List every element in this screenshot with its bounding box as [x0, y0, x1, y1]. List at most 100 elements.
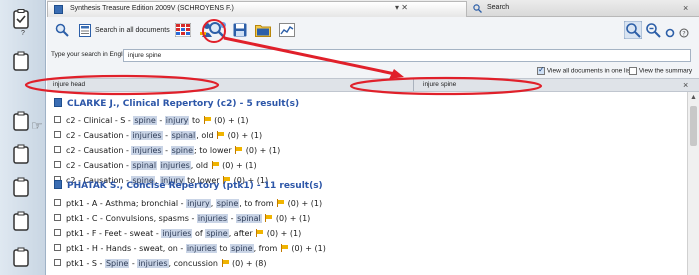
result-checkbox[interactable]: [54, 161, 61, 168]
result-text: , after: [228, 229, 256, 238]
view-all-documents-label: View all documents in one list: [546, 67, 632, 75]
result-text: ; to lower: [194, 146, 235, 155]
search-all-documents-label[interactable]: Search in all documents: [95, 27, 170, 34]
search-settings-icon[interactable]: [207, 20, 229, 47]
view-all-documents-option[interactable]: View all documents in one list: [537, 65, 632, 75]
search-term-highlight: spine: [215, 199, 240, 208]
result-checkbox[interactable]: [54, 146, 61, 153]
view-summary-label: View the summary: [638, 67, 693, 75]
search-term-highlight: injuries: [161, 229, 193, 238]
view-summary-checkbox[interactable]: [629, 67, 637, 75]
save-icon[interactable]: [233, 23, 247, 42]
zoom-out-icon[interactable]: [645, 22, 661, 43]
flag-icon[interactable]: [264, 214, 273, 222]
result-line[interactable]: ptk1 - F - Feet - sweat - injuries of sp…: [54, 229, 301, 242]
search-term-highlight: spinal: [131, 161, 158, 170]
result-text: (0) + (1): [211, 116, 249, 125]
search-term-highlight: spine: [205, 229, 229, 238]
flag-icon[interactable]: [211, 161, 220, 169]
zoom-in-icon[interactable]: [623, 20, 643, 44]
document-list-icon[interactable]: [79, 24, 91, 42]
flag-icon[interactable]: [203, 116, 212, 124]
result-checkbox[interactable]: [54, 116, 61, 123]
scroll-thumb[interactable]: [690, 106, 697, 146]
view-summary-option[interactable]: View the summary: [629, 67, 692, 75]
search-term-highlight: injuries: [131, 146, 163, 155]
left-toolbar: ?: [0, 0, 46, 275]
result-text: c2 - Causation -: [66, 146, 132, 155]
clipboard-check-icon[interactable]: [10, 8, 32, 30]
result-text: (0) + (1): [225, 131, 263, 140]
search-icon[interactable]: [55, 23, 69, 42]
app-window: ? Synthesis Treasure Edition 2009V (SCHR…: [0, 0, 699, 275]
result-text: ptk1 - C - Convulsions, spasms -: [66, 214, 197, 223]
result-text: , from: [253, 244, 280, 253]
result-line[interactable]: c2 - Clinical - S - spine - injury to (0…: [54, 116, 249, 129]
result-line[interactable]: ptk1 - A - Asthma; bronchial - injury, s…: [54, 199, 322, 212]
flag-icon[interactable]: [280, 244, 289, 252]
result-text: ptk1 - F - Feet - sweat -: [66, 229, 162, 238]
clipboard-icon[interactable]: [10, 110, 32, 132]
folder-icon[interactable]: [255, 23, 271, 42]
result-text: c2 - Causation -: [66, 161, 132, 170]
clipboard-icon[interactable]: [10, 246, 32, 268]
book-icon: [54, 5, 63, 14]
result-text: (0) + (1): [219, 161, 257, 170]
result-text: -: [156, 116, 165, 125]
left-query-tab[interactable]: injure head: [53, 81, 85, 88]
result-checkbox[interactable]: [54, 214, 61, 221]
left-toolbar-number: ?: [21, 30, 25, 37]
result-text: to: [217, 244, 231, 253]
result-line[interactable]: c2 - Causation - injuries - spine; to lo…: [54, 146, 280, 159]
grid-icon[interactable]: [174, 22, 192, 42]
result-line[interactable]: c2 - Causation - spinal injuries, old (0…: [54, 161, 257, 174]
result-line[interactable]: ptk1 - H - Hands - sweat, on - injuries …: [54, 244, 326, 257]
search-term-highlight: spinal: [236, 214, 262, 223]
result-group-title[interactable]: CLARKE J., Clinical Repertory (c2) - 5 r…: [54, 98, 299, 111]
search-input[interactable]: injure spine: [123, 49, 691, 62]
search-row: Type your search in English: injure spin…: [47, 47, 699, 65]
options-icon[interactable]: [665, 25, 675, 43]
result-checkbox[interactable]: [54, 244, 61, 251]
result-line[interactable]: c2 - Causation - injuries - spinal, old …: [54, 131, 262, 144]
close-query-button[interactable]: ×: [683, 80, 688, 90]
result-text: -: [162, 146, 171, 155]
results-scrollbar[interactable]: ▲: [687, 92, 699, 275]
clipboard-icon[interactable]: [10, 143, 32, 165]
tab-search-label: Search: [487, 4, 510, 11]
scroll-up-arrow[interactable]: ▲: [690, 94, 697, 101]
result-checkbox[interactable]: [54, 259, 61, 266]
chart-icon[interactable]: [279, 23, 295, 42]
result-line[interactable]: ptk1 - S - Spine - injuries, concussion …: [54, 259, 267, 272]
flag-icon[interactable]: [234, 146, 243, 154]
search-term-highlight: injuries: [131, 131, 163, 140]
help-icon[interactable]: ?: [679, 25, 689, 43]
result-group-title[interactable]: PHATAK S., Concise Repertory (ptk1) - 11…: [54, 180, 323, 193]
right-query-tab[interactable]: injure spine: [423, 81, 456, 88]
clipboard-icon[interactable]: [10, 50, 32, 72]
result-checkbox[interactable]: [54, 131, 61, 138]
search-term-highlight: injuries: [159, 161, 191, 170]
result-text: ptk1 - S -: [66, 259, 105, 268]
result-checkbox[interactable]: [54, 199, 61, 206]
tab-search[interactable]: Search: [471, 1, 601, 17]
result-text: , to from: [239, 199, 277, 208]
flag-icon[interactable]: [221, 259, 230, 267]
result-text: c2 - Causation -: [66, 131, 132, 140]
clipboard-icon[interactable]: [10, 210, 32, 232]
result-text: (0) + (1): [273, 214, 311, 223]
pane-divider[interactable]: [413, 79, 414, 91]
search-term-highlight: injuries: [137, 259, 169, 268]
tab-controls[interactable]: ▾ ✕: [395, 1, 408, 15]
flag-icon[interactable]: [255, 229, 264, 237]
flag-icon[interactable]: [216, 131, 225, 139]
result-text: of: [192, 229, 206, 238]
search-term-highlight: spine: [170, 146, 195, 155]
result-checkbox[interactable]: [54, 229, 61, 236]
result-line[interactable]: ptk1 - C - Convulsions, spasms - injurie…: [54, 214, 310, 227]
result-text: -: [228, 214, 237, 223]
flag-icon[interactable]: [276, 199, 285, 207]
close-window-button[interactable]: ×: [683, 1, 688, 15]
view-all-documents-checkbox[interactable]: [537, 65, 545, 75]
clipboard-icon[interactable]: [10, 176, 32, 198]
